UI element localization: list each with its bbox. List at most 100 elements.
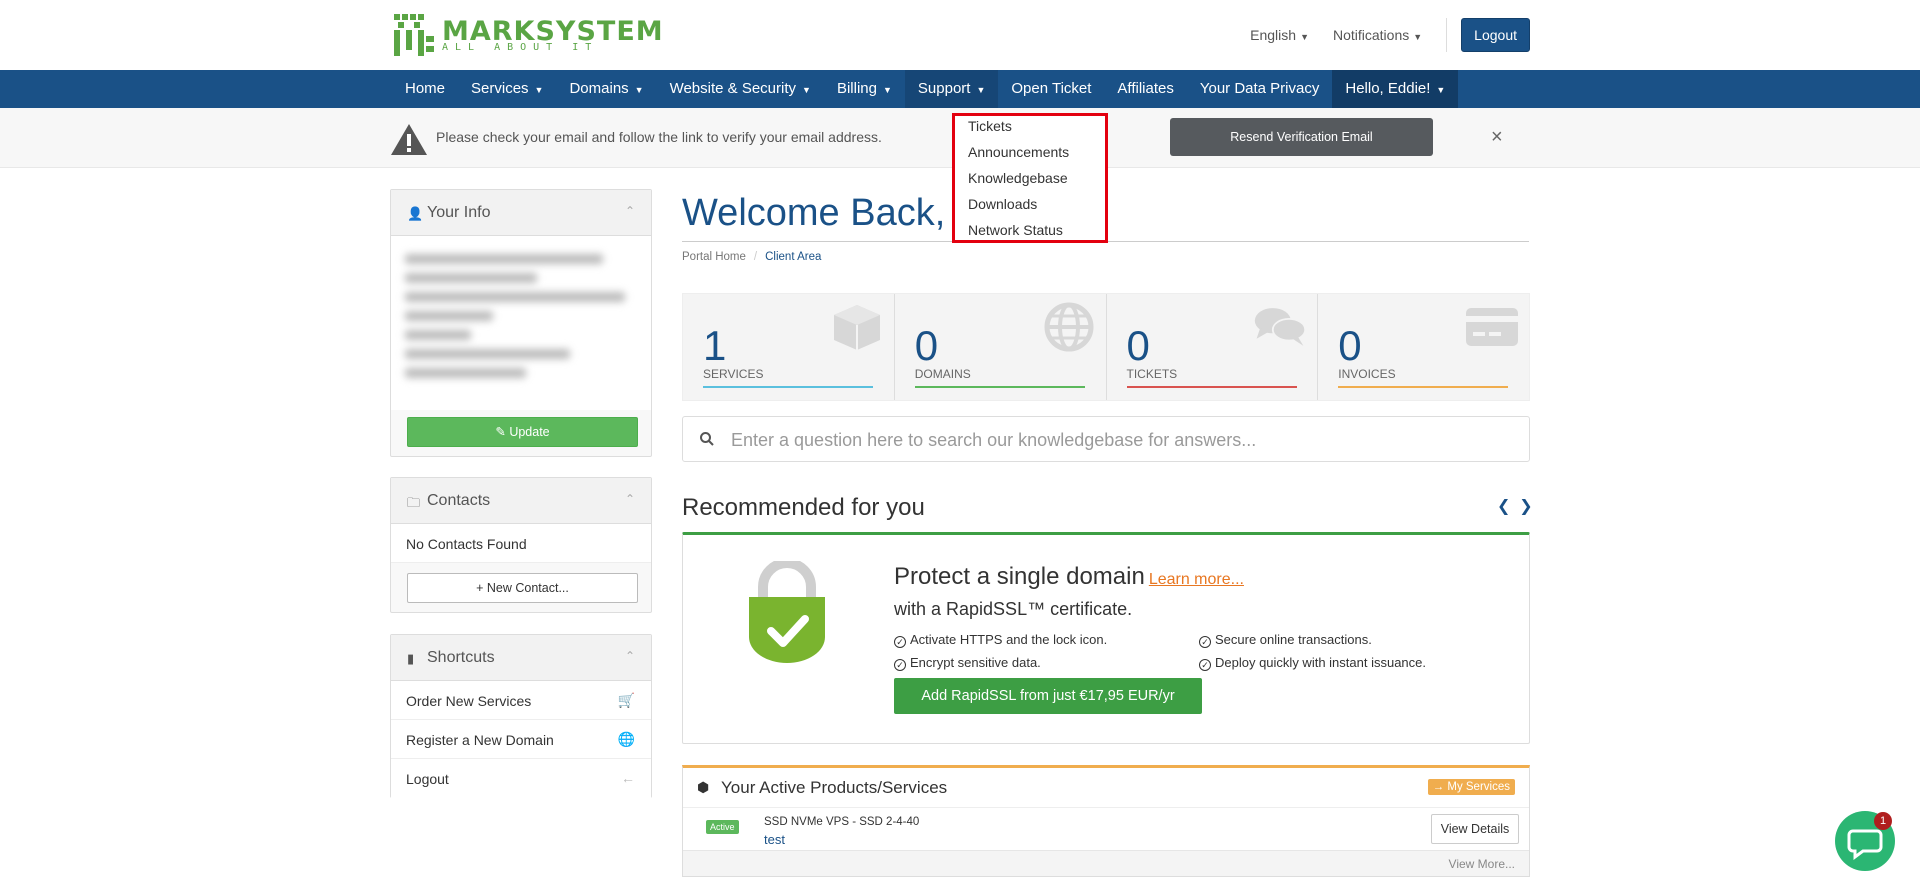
nav-item-affiliates[interactable]: Affiliates — [1104, 70, 1186, 108]
chevron-right-icon[interactable]: ❯ — [1519, 498, 1532, 515]
new-contact-button[interactable]: + New Contact... — [407, 573, 638, 603]
nav-item-open-ticket[interactable]: Open Ticket — [998, 70, 1104, 108]
check-circle-icon: ✓ — [1199, 636, 1211, 648]
my-services-button[interactable]: → My Services — [1427, 779, 1515, 795]
product-domain-link[interactable]: test — [764, 832, 785, 847]
alert-text: Please check your email and follow the l… — [436, 129, 882, 145]
nav-item-services[interactable]: Services ▼ — [458, 70, 556, 108]
chat-unread-badge: 1 — [1874, 812, 1892, 830]
check-circle-icon: ✓ — [894, 659, 906, 671]
logo-text: MARKSYSTEM — [442, 15, 664, 47]
your-info-panel: 👤 Your Info ⌃ ✎ Update — [390, 189, 652, 457]
shortcut-logout[interactable]: Logout ← — [391, 759, 651, 798]
resend-verification-button[interactable]: Resend Verification Email — [1170, 118, 1433, 156]
nav-item-your-data-privacy[interactable]: Your Data Privacy — [1187, 70, 1333, 108]
nav-item-home[interactable]: Home — [392, 70, 458, 108]
contacts-panel: 🗀 Contacts ⌃ No Contacts Found + New Con… — [390, 477, 652, 613]
nav-item-domains[interactable]: Domains ▼ — [556, 70, 656, 108]
your-info-body — [391, 236, 651, 410]
tile-domains[interactable]: 0 DOMAINS — [895, 294, 1107, 400]
arrow-left-icon: ← — [621, 770, 635, 786]
tile-label: DOMAINS — [914, 367, 971, 381]
shortcut-order-new-services[interactable]: Order New Services 🛒 — [391, 681, 651, 720]
tile-invoices[interactable]: 0 INVOICES — [1318, 294, 1529, 400]
top-header: MARKSYSTEM ALL ABOUT IT English ▼ Notific… — [0, 0, 1920, 70]
recommendation-headline: Protect a single domain Learn more... — [894, 563, 1244, 590]
tile-value: 1 — [703, 322, 727, 369]
logo[interactable]: MARKSYSTEM ALL ABOUT IT — [392, 12, 664, 58]
menu-item-downloads[interactable]: Downloads — [968, 196, 1037, 212]
caret-down-icon: ▼ — [1413, 32, 1423, 42]
learn-more-link[interactable]: Learn more... — [1149, 571, 1244, 588]
chevron-up-icon[interactable]: ⌃ — [625, 492, 635, 506]
tile-value: 0 — [1338, 322, 1362, 369]
credit-card-icon — [1466, 308, 1518, 346]
menu-item-tickets[interactable]: Tickets — [968, 118, 1012, 134]
panel-title: Your Info — [427, 204, 491, 221]
chevron-up-icon[interactable]: ⌃ — [625, 204, 635, 218]
feature-item: ✓ Activate HTTPS and the lock icon. — [894, 632, 1107, 648]
tile-tickets[interactable]: 0 TICKETS — [1107, 294, 1319, 400]
check-circle-icon: ✓ — [894, 636, 906, 648]
carousel-arrows: ❮ ❯ — [1497, 496, 1533, 516]
view-more-link[interactable]: View More... — [683, 850, 1529, 876]
shortcut-register-domain[interactable]: Register a New Domain 🌐 — [391, 720, 651, 759]
tile-label: SERVICES — [703, 367, 764, 381]
menu-item-knowledgebase[interactable]: Knowledgebase — [968, 170, 1068, 186]
product-name: SSD NVMe VPS - SSD 2-4-40 — [764, 816, 920, 828]
table-row[interactable]: Active SSD NVMe VPS - SSD 2-4-40 test Vi… — [683, 808, 1529, 850]
logout-button[interactable]: Logout — [1461, 18, 1530, 52]
blurred-address — [405, 254, 625, 394]
nav-item-hello-eddie[interactable]: Hello, Eddie! ▼ — [1332, 70, 1459, 108]
no-contacts-text: No Contacts Found — [406, 536, 527, 552]
divider — [1446, 18, 1448, 52]
view-details-button[interactable]: View Details — [1431, 814, 1519, 844]
caret-down-icon: ▼ — [976, 85, 986, 95]
search-input[interactable] — [731, 425, 1511, 455]
panel-title: Contacts — [427, 492, 491, 509]
nav-item-billing[interactable]: Billing ▼ — [824, 70, 905, 108]
chevron-up-icon[interactable]: ⌃ — [625, 649, 635, 663]
menu-item-network-status[interactable]: Network Status — [968, 222, 1063, 238]
panel-title: Shortcuts — [427, 649, 495, 666]
feature-item: ✓ Deploy quickly with instant issuance. — [1199, 655, 1426, 671]
support-dropdown-menu: Tickets Announcements Knowledgebase Down… — [952, 113, 1108, 243]
feature-item: ✓ Secure online transactions. — [1199, 632, 1372, 648]
chevron-left-icon[interactable]: ❮ — [1497, 498, 1510, 515]
globe-icon: 🌐 — [617, 731, 635, 747]
tile-underline — [1338, 386, 1509, 388]
menu-item-announcements[interactable]: Announcements — [968, 144, 1069, 160]
search-icon — [700, 432, 714, 446]
nav-item-website-security[interactable]: Website & Security ▼ — [657, 70, 824, 108]
panel-title: Your Active Products/Services — [721, 778, 948, 797]
nav-item-support[interactable]: Support ▼ — [904, 70, 999, 108]
logo-icon — [394, 14, 434, 56]
close-icon[interactable]: × — [1491, 126, 1503, 149]
tile-label: TICKETS — [1126, 367, 1178, 381]
breadcrumb-home[interactable]: Portal Home — [682, 251, 746, 263]
tile-underline — [914, 386, 1085, 388]
chat-icon — [1255, 308, 1307, 346]
update-button[interactable]: ✎ Update — [407, 417, 638, 447]
tile-label: INVOICES — [1338, 367, 1396, 381]
notifications-dropdown[interactable]: Notifications ▼ — [1333, 27, 1422, 43]
caret-down-icon: ▼ — [534, 85, 544, 95]
caret-down-icon: ▼ — [1300, 32, 1309, 42]
pencil-icon: ✎ — [495, 425, 510, 439]
language-dropdown[interactable]: English ▼ — [1250, 27, 1309, 43]
tile-services[interactable]: 1 SERVICES — [683, 294, 895, 400]
status-badge: Active — [706, 820, 739, 834]
page-title: Welcome Back, — [682, 192, 946, 234]
tile-value: 0 — [914, 322, 939, 369]
breadcrumb-current: Client Area — [765, 251, 822, 263]
plus-icon: + — [476, 581, 487, 595]
caret-down-icon: ▼ — [1436, 85, 1446, 95]
breadcrumb: Portal Home / Client Area — [682, 251, 822, 263]
recommendation-card: Protect a single domain Learn more... wit… — [682, 532, 1530, 744]
active-products-panel: ⬢ Your Active Products/Services → My Ser… — [682, 765, 1530, 877]
cart-icon: 🛒 — [617, 692, 635, 708]
folder-icon: 🗀 — [407, 495, 421, 510]
tile-value: 0 — [1126, 322, 1150, 369]
shortcuts-panel: ▮ Shortcuts ⌃ Order New Services 🛒 Regis… — [390, 634, 652, 798]
add-rapidssl-button[interactable]: Add RapidSSL from just €17,95 EUR/yr — [894, 678, 1202, 714]
